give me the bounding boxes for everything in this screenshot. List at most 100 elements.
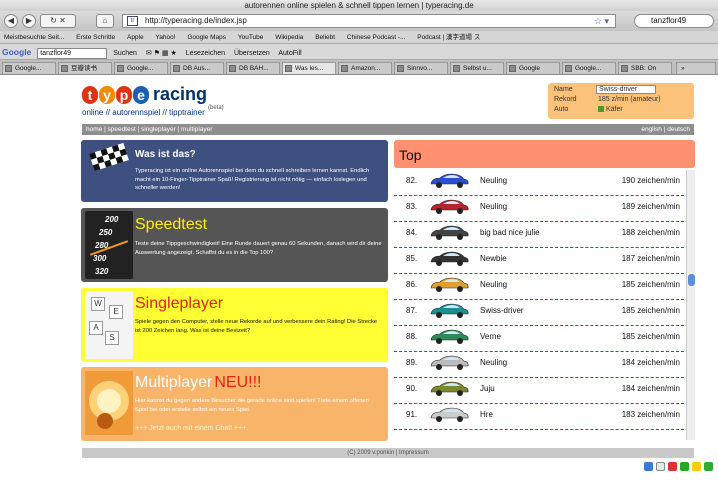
status-icon[interactable]	[644, 462, 653, 471]
tab-label: Was les...	[295, 65, 324, 72]
browser-tab[interactable]: Google	[506, 62, 560, 74]
status-icon[interactable]	[668, 462, 677, 471]
card-speedtest[interactable]: 200 250 280 300 320 Speedtest Teste dein…	[81, 208, 388, 282]
toolbar-icons[interactable]: ✉ ⚑ ▦ ★	[146, 50, 177, 57]
tab-favicon	[285, 65, 292, 72]
browser-tab[interactable]: DB Aus...	[170, 62, 224, 74]
car-value: Käfer	[606, 106, 623, 113]
tab-favicon	[173, 65, 180, 72]
card-multiplayer[interactable]: Multiplayer NEU!!! Hier kannst du gegen a…	[81, 367, 388, 441]
top-list-row[interactable]: 87. Swiss-driver 185 zeichen/min	[394, 300, 684, 326]
tab-favicon	[341, 65, 348, 72]
bookmarks-button[interactable]: Lesezeichen	[186, 50, 225, 57]
rank: 84.	[406, 228, 418, 237]
bookmark-item[interactable]: Google Maps	[187, 34, 226, 41]
key-cap: W	[91, 297, 105, 311]
top-list-row[interactable]: 88. Verne 185 zeichen/min	[394, 326, 684, 352]
top-list-row[interactable]: 82. Neuling 190 zeichen/min	[394, 170, 684, 196]
tabs-overflow-button[interactable]: »	[676, 62, 716, 74]
rank: 83.	[406, 202, 418, 211]
browser-tab[interactable]: SBB: On	[618, 62, 672, 74]
bookmark-item[interactable]: Erste Schritte	[76, 34, 115, 41]
card-text: Typeracing ist ein online Autorennspiel …	[135, 168, 370, 191]
top-list-row[interactable]: 90. Juju 184 zeichen/min	[394, 378, 684, 404]
rank: 88.	[406, 332, 418, 341]
rank: 89.	[406, 358, 418, 367]
browser-tab[interactable]: Google...	[562, 62, 616, 74]
site-logo[interactable]: t y p e racing	[82, 84, 207, 105]
key-cap: A	[89, 321, 103, 335]
browser-tab[interactable]: Sinnvo...	[394, 62, 448, 74]
browser-tab[interactable]: Google...	[2, 62, 56, 74]
top-list-row[interactable]: 85. Newbie 187 zeichen/min	[394, 248, 684, 274]
autofill-button[interactable]: AutoFill	[278, 50, 301, 57]
top-list-panel: Top 82. Neuling 190 zeichen/min 83. Neuling 1…	[394, 140, 695, 440]
car-color-swatch	[598, 106, 604, 113]
car-select[interactable]: Käfer	[598, 106, 623, 113]
top-list-row[interactable]: 83. Neuling 189 zeichen/min	[394, 196, 684, 222]
browser-tab[interactable]: Google...	[114, 62, 168, 74]
status-icon[interactable]	[692, 462, 701, 471]
card-singleplayer[interactable]: W E A S Singleplayer Spiele gegen den Co…	[81, 288, 388, 362]
top-list-row[interactable]: 84. big bad nice julie 188 zeichen/min	[394, 222, 684, 248]
browser-tab-active[interactable]: Was les...	[282, 62, 336, 74]
bookmark-item[interactable]: Yahoo!	[155, 34, 175, 41]
translate-button[interactable]: Übersetzen	[234, 50, 270, 57]
google-search-button[interactable]: Suchen	[113, 50, 137, 57]
scrollbar-thumb[interactable]	[688, 274, 695, 286]
status-icon[interactable]	[656, 462, 665, 471]
tab-favicon	[565, 65, 572, 72]
bookmark-item[interactable]: YouTube	[238, 34, 264, 41]
status-icons	[644, 462, 716, 474]
player-speed: 189 zeichen/min	[621, 202, 680, 211]
google-toolbar-input[interactable]: tanzflor49	[37, 47, 108, 59]
reload-icon[interactable]: ↻ ✕	[40, 14, 76, 28]
forward-icon[interactable]: ▶	[22, 14, 36, 28]
player-speed: 185 zeichen/min	[621, 280, 680, 289]
car-icon	[430, 225, 469, 240]
bookmark-item[interactable]: Meistbesuchte Seit...	[4, 34, 64, 41]
bookmark-item[interactable]: Podcast | 漢字道場 ス	[417, 34, 480, 41]
top-list-row[interactable]: 89. Neuling 184 zeichen/min	[394, 352, 684, 378]
rank: 85.	[406, 254, 418, 263]
card-title: Multiplayer NEU!!!	[135, 374, 261, 392]
search-input[interactable]: tanzflor49	[634, 14, 714, 28]
logo-letter: p	[116, 86, 132, 104]
home-icon[interactable]: ⌂	[96, 14, 114, 28]
bookmark-item[interactable]: Chinese Podcast -...	[347, 34, 407, 41]
browser-tab[interactable]: 豆瓣读书	[58, 62, 112, 74]
card-title: Speedtest	[135, 216, 208, 233]
tab-label: Selbst u...	[463, 65, 492, 72]
top-list-row[interactable]: 86. Neuling 185 zeichen/min	[394, 274, 684, 300]
tab-favicon	[621, 65, 628, 72]
address-bar[interactable]: tr http://typeracing.de/index.jsp ☆ ▾	[122, 14, 616, 28]
bookmark-star-icon[interactable]: ☆ ▾	[594, 15, 609, 27]
back-icon[interactable]: ◀	[4, 14, 18, 28]
scrollbar[interactable]	[686, 170, 695, 440]
card-what-is-this[interactable]: Was ist das? Typeracing ist ein online A…	[81, 140, 388, 202]
car-icon	[430, 199, 469, 214]
bookmark-item[interactable]: Beliebt	[315, 34, 335, 41]
rank: 86.	[406, 280, 418, 289]
top-list-row[interactable]: 91. Hre 183 zeichen/min	[394, 404, 684, 430]
browser-tab[interactable]: Selbst u...	[450, 62, 504, 74]
language-links[interactable]: english | deutsch	[641, 124, 690, 135]
footer[interactable]: (C) 2009 v.ponkin | Impressum	[82, 448, 694, 458]
tab-favicon	[509, 65, 516, 72]
browser-tab[interactable]: Amazon...	[338, 62, 392, 74]
status-icon[interactable]	[704, 462, 713, 471]
tagline[interactable]: online // autorennspiel // tipptrainer	[82, 108, 205, 117]
top-title: Top	[394, 140, 695, 168]
player-speed: 183 zeichen/min	[621, 410, 680, 419]
tab-strip: Google... 豆瓣读书 Google... DB Aus... DB BA…	[0, 60, 718, 75]
main-nav-links[interactable]: home | speedtest | singleplayer | multip…	[86, 124, 212, 135]
name-field[interactable]: Swiss-driver	[596, 85, 656, 94]
car-label: Auto	[554, 106, 569, 113]
chat-link[interactable]: +++ Jetzt auch mit einem Chat! +++	[135, 425, 382, 434]
bookmark-item[interactable]: Apple	[127, 34, 144, 41]
bookmark-item[interactable]: Wikipedia	[275, 34, 303, 41]
player-name: Verne	[480, 332, 501, 341]
status-icon[interactable]	[680, 462, 689, 471]
window-title: autorennen online spielen & schnell tipp…	[0, 0, 718, 11]
browser-tab[interactable]: DB BAH...	[226, 62, 280, 74]
